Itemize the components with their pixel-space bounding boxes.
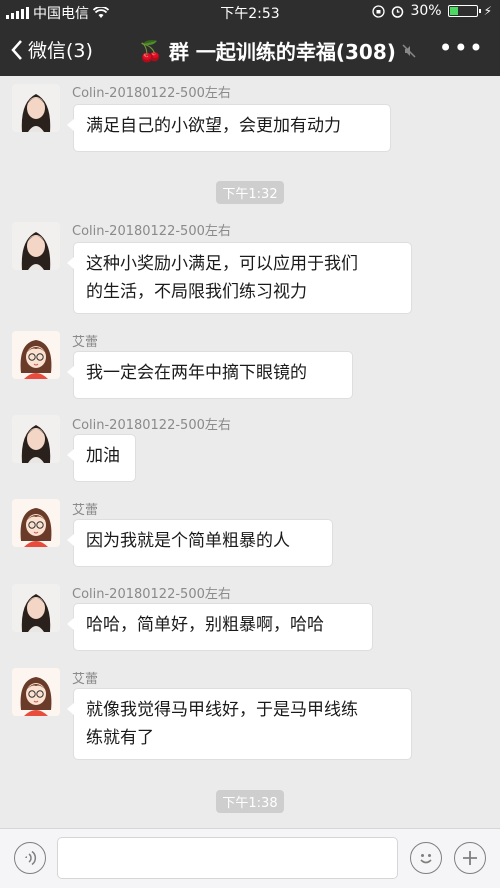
avatar-colin[interactable] [12,584,60,632]
sender-name: 艾蕾 [72,335,99,350]
timestamp: 下午1:38 [0,790,500,813]
sender-name: Colin-20180122-500左右 [72,224,231,239]
input-bar [0,828,500,888]
orientation-lock-icon [372,4,386,18]
girl-photo-avatar-icon [12,84,60,132]
message-text-line: 练就有了 [86,728,154,748]
charging-icon: ⚡ [483,4,492,18]
battery-percent: 30% [410,3,442,19]
battery-icon [447,5,481,17]
message-text: 因为我就是个简单粗暴的人 [86,531,290,551]
girl-photo-avatar-icon [12,222,60,270]
cartoon-girl-avatar-icon [12,499,60,547]
girl-photo-avatar-icon [12,415,60,463]
more-button[interactable]: ••• [439,36,484,60]
avatar-colin[interactable] [12,84,60,132]
avatar-ailei[interactable] [12,499,60,547]
voice-icon [25,850,37,866]
back-label: 微信(3) [28,40,93,62]
chevron-left-icon [11,39,22,60]
message-bubble[interactable]: 哈哈，简单好，别粗暴啊，哈哈 [67,603,373,651]
chat-messages: Colin-20180122-500左右 满足自己的小欲望，会更加有动力 下午1… [0,76,500,828]
sender-name: 艾蕾 [72,503,99,518]
cherry-emoji: 🍒 [138,38,163,63]
sender-name: 艾蕾 [72,672,99,687]
battery-fill [449,7,458,15]
message-bubble[interactable]: 加油 [67,434,136,482]
voice-button[interactable] [14,842,46,874]
message-bubble[interactable]: 就像我觉得马甲线好，于是马甲线练 练就有了 [67,688,412,760]
timestamp-label: 下午1:32 [216,181,284,204]
avatar-ailei[interactable] [12,331,60,379]
avatar-ailei[interactable] [12,668,60,716]
timestamp-label: 下午1:38 [216,790,284,813]
message-text-line: 就像我觉得马甲线好，于是马甲线练 [86,700,358,720]
sender-name: Colin-20180122-500左右 [72,86,231,101]
message-text-line: 的生活，不局限我们练习视力 [86,282,307,302]
message-text: 哈哈，简单好，别粗暴啊，哈哈 [86,615,324,635]
message-input[interactable] [57,837,398,879]
status-bar: 中国电信 下午2:53 30% ⚡ [0,0,500,24]
plus-button[interactable] [454,842,486,874]
message-text: 满足自己的小欲望，会更加有动力 [86,116,341,136]
alarm-icon [392,5,404,18]
group-name: 群 一起训练的幸福(308) [168,40,396,64]
timestamp: 下午1:32 [0,181,500,204]
message-bubble[interactable]: 我一定会在两年中摘下眼镜的 [67,351,353,399]
back-button[interactable]: 微信(3) [10,36,93,63]
mute-icon [402,43,416,58]
plus-icon [463,851,477,865]
emoji-icon [420,854,432,864]
emoji-button[interactable] [410,842,442,874]
chat-title: 🍒 群 一起训练的幸福(308) [138,36,416,65]
nav-bar: 微信(3) 🍒 群 一起训练的幸福(308) ••• [0,24,500,76]
message-bubble[interactable]: 因为我就是个简单粗暴的人 [67,519,333,567]
message-text: 加油 [86,446,120,466]
sender-name: Colin-20180122-500左右 [72,418,231,433]
message-bubble[interactable]: 这种小奖励小满足，可以应用于我们 的生活，不局限我们练习视力 [67,242,412,314]
avatar-colin[interactable] [12,415,60,463]
status-right: 30% ⚡ [372,3,492,19]
message-text: 我一定会在两年中摘下眼镜的 [86,363,307,383]
sender-name: Colin-20180122-500左右 [72,587,231,602]
cartoon-girl-avatar-icon [12,668,60,716]
cartoon-girl-avatar-icon [12,331,60,379]
girl-photo-avatar-icon [12,584,60,632]
message-text-line: 这种小奖励小满足，可以应用于我们 [86,254,358,274]
avatar-colin[interactable] [12,222,60,270]
message-bubble[interactable]: 满足自己的小欲望，会更加有动力 [67,104,391,152]
